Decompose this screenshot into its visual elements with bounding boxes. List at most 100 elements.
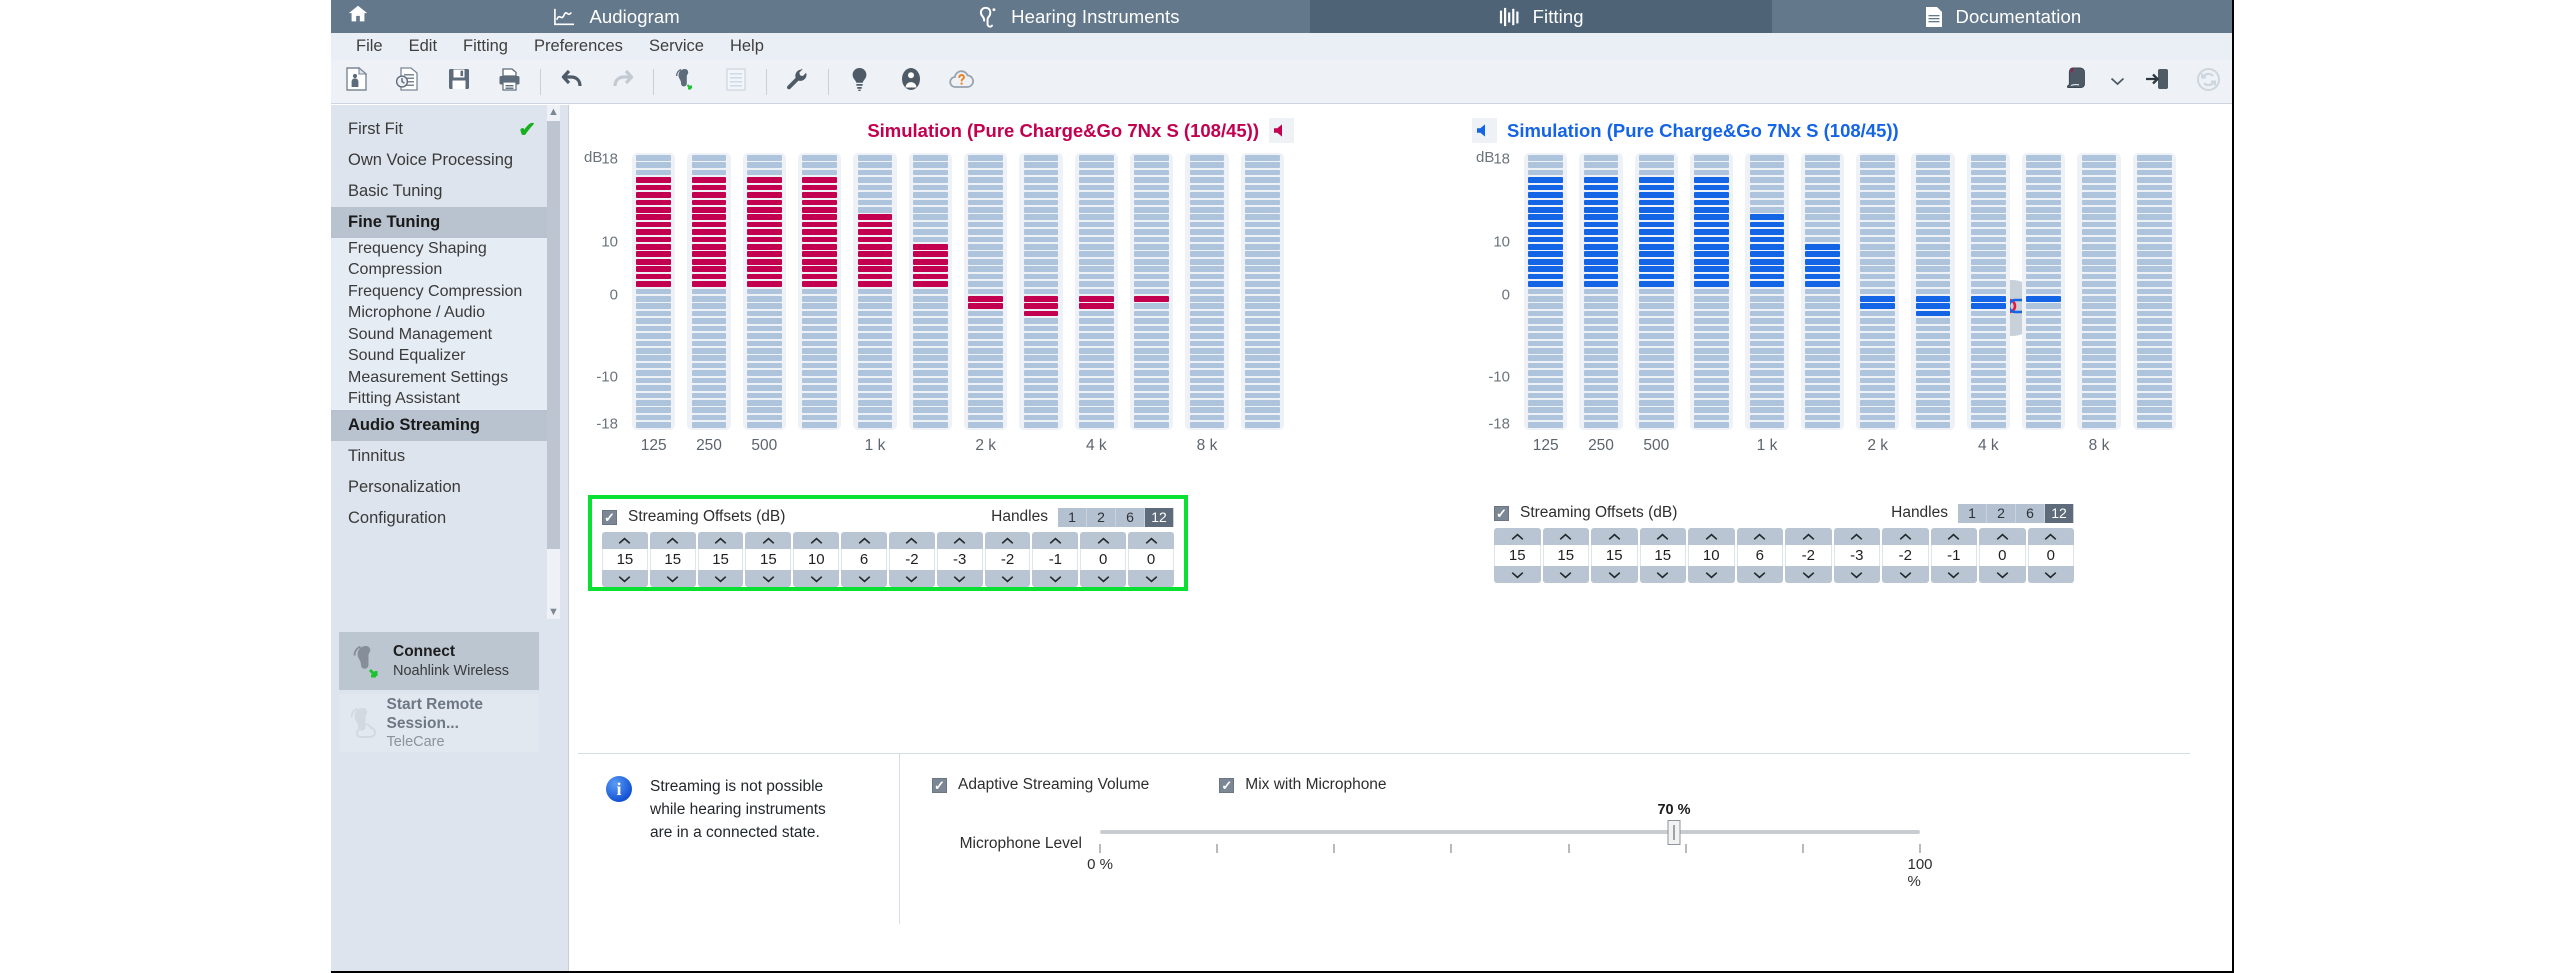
bar-column[interactable] bbox=[1689, 153, 1734, 430]
offset-value[interactable]: 0 bbox=[1128, 549, 1174, 570]
device-dropdown-button[interactable] bbox=[2102, 60, 2132, 104]
menu-edit[interactable]: Edit bbox=[396, 35, 450, 58]
bar-column[interactable] bbox=[1634, 153, 1678, 430]
offset-value[interactable]: -2 bbox=[888, 549, 935, 570]
sidebar-item-tinnitus[interactable]: Tinnitus bbox=[331, 441, 552, 472]
offset-value[interactable]: -1 bbox=[1032, 549, 1079, 570]
offset-decrease-button[interactable] bbox=[1080, 570, 1127, 587]
scroll-down-icon[interactable]: ▼ bbox=[547, 605, 560, 619]
left-handles-option-12[interactable]: 12 bbox=[1145, 507, 1174, 527]
offset-increase-button[interactable] bbox=[1128, 532, 1174, 549]
bar-column[interactable] bbox=[2132, 153, 2176, 430]
offset-decrease-button[interactable] bbox=[1882, 566, 1929, 583]
scrollbar-thumb[interactable] bbox=[547, 121, 560, 549]
bar-column[interactable] bbox=[1524, 153, 1568, 430]
sidebar-item-own-voice-processing[interactable]: Own Voice Processing bbox=[331, 145, 552, 176]
offset-value[interactable]: 0 bbox=[1979, 545, 2026, 566]
left-handles-option-6[interactable]: 6 bbox=[1116, 507, 1145, 527]
offset-decrease-button[interactable] bbox=[841, 570, 887, 587]
sidebar-item-microphone-audio[interactable]: Microphone / Audio bbox=[331, 302, 552, 324]
offset-increase-button[interactable] bbox=[1688, 528, 1735, 545]
sidebar-item-compression[interactable]: Compression bbox=[331, 259, 552, 281]
sidebar-item-frequency-shaping[interactable]: Frequency Shaping bbox=[331, 238, 552, 260]
offset-increase-button[interactable] bbox=[697, 532, 744, 549]
sidebar-scrollbar[interactable]: ▲ ▼ bbox=[547, 105, 560, 619]
bar-column[interactable] bbox=[687, 153, 731, 430]
offset-increase-button[interactable] bbox=[1930, 528, 1977, 545]
tab-fitting[interactable]: Fitting bbox=[1309, 0, 1772, 33]
offset-increase-button[interactable] bbox=[1591, 528, 1638, 545]
offset-value[interactable]: 15 bbox=[1639, 545, 1686, 566]
offset-decrease-button[interactable] bbox=[602, 570, 648, 587]
offset-decrease-button[interactable] bbox=[649, 570, 696, 587]
offset-decrease-button[interactable] bbox=[697, 570, 744, 587]
offset-increase-button[interactable] bbox=[1833, 528, 1880, 545]
offset-increase-button[interactable] bbox=[1785, 528, 1832, 545]
tab-audiogram[interactable]: Audiogram bbox=[385, 0, 848, 33]
bar-column[interactable] bbox=[742, 153, 786, 430]
offset-decrease-button[interactable] bbox=[1833, 566, 1880, 583]
bar-column[interactable] bbox=[1911, 153, 1955, 430]
offset-increase-button[interactable] bbox=[1494, 528, 1541, 545]
sidebar-item-configuration[interactable]: Configuration bbox=[331, 503, 552, 534]
bar-column[interactable] bbox=[1800, 153, 1844, 430]
offset-increase-button[interactable] bbox=[1542, 528, 1589, 545]
offset-decrease-button[interactable] bbox=[936, 570, 983, 587]
adaptive-streaming-volume-option[interactable]: ✓ Adaptive Streaming Volume bbox=[932, 776, 1149, 794]
exit-button[interactable] bbox=[2132, 60, 2183, 104]
new-client-button[interactable] bbox=[331, 60, 382, 104]
offset-value[interactable]: 15 bbox=[1494, 545, 1541, 566]
offset-value[interactable]: -1 bbox=[1930, 545, 1977, 566]
offset-increase-button[interactable] bbox=[984, 532, 1031, 549]
tab-hearing-instruments[interactable]: Hearing Instruments bbox=[847, 0, 1310, 33]
bar-column[interactable] bbox=[1855, 153, 1900, 430]
bar-column[interactable] bbox=[1240, 153, 1284, 430]
offset-value[interactable]: 6 bbox=[841, 549, 887, 570]
offset-decrease-button[interactable] bbox=[1542, 566, 1589, 583]
offset-decrease-button[interactable] bbox=[1736, 566, 1783, 583]
tools-button[interactable] bbox=[772, 60, 823, 104]
offset-decrease-button[interactable] bbox=[888, 570, 935, 587]
offset-increase-button[interactable] bbox=[841, 532, 887, 549]
offset-increase-button[interactable] bbox=[1882, 528, 1929, 545]
offset-value[interactable]: 15 bbox=[1542, 545, 1589, 566]
client-history-button[interactable] bbox=[382, 60, 433, 104]
right-handles-option-1[interactable]: 1 bbox=[1958, 503, 1987, 523]
bar-column[interactable] bbox=[1185, 153, 1229, 430]
bar-column[interactable] bbox=[853, 153, 897, 430]
offset-value[interactable]: 0 bbox=[1080, 549, 1127, 570]
offset-decrease-button[interactable] bbox=[1591, 566, 1638, 583]
offset-value[interactable]: 0 bbox=[2027, 545, 2074, 566]
tips-button[interactable] bbox=[834, 60, 885, 104]
offset-decrease-button[interactable] bbox=[1032, 570, 1079, 587]
right-streaming-offsets-checkbox[interactable]: ✓ bbox=[1494, 505, 1509, 521]
bar-column[interactable] bbox=[963, 153, 1008, 430]
offset-value[interactable]: 10 bbox=[793, 549, 840, 570]
refresh-button[interactable] bbox=[2183, 60, 2232, 104]
right-handles-option-12[interactable]: 12 bbox=[2045, 503, 2074, 523]
offset-increase-button[interactable] bbox=[602, 532, 648, 549]
offset-value[interactable]: 15 bbox=[1591, 545, 1638, 566]
connect-button[interactable]: Connect Noahlink Wireless bbox=[339, 632, 539, 690]
offset-value[interactable]: 6 bbox=[1736, 545, 1783, 566]
bar-column[interactable] bbox=[2021, 153, 2066, 430]
cloud-help-button[interactable] bbox=[936, 60, 987, 104]
mix-with-microphone-checkbox[interactable]: ✓ bbox=[1219, 777, 1235, 793]
offset-increase-button[interactable] bbox=[1032, 532, 1079, 549]
offset-value[interactable]: -3 bbox=[1833, 545, 1880, 566]
user-button[interactable] bbox=[885, 60, 936, 104]
start-remote-session-button[interactable]: Start Remote Session... TeleCare bbox=[339, 694, 539, 752]
report-button[interactable] bbox=[710, 60, 761, 104]
bar-column[interactable] bbox=[1129, 153, 1174, 430]
right-handles-option-6[interactable]: 6 bbox=[2016, 503, 2045, 523]
offset-increase-button[interactable] bbox=[1639, 528, 1686, 545]
bar-column[interactable] bbox=[632, 153, 676, 430]
offset-decrease-button[interactable] bbox=[984, 570, 1031, 587]
device-button[interactable] bbox=[2051, 60, 2102, 104]
offset-value[interactable]: 10 bbox=[1688, 545, 1735, 566]
offset-value[interactable]: 15 bbox=[649, 549, 696, 570]
bar-column[interactable] bbox=[1745, 153, 1789, 430]
menu-service[interactable]: Service bbox=[636, 35, 717, 58]
offset-decrease-button[interactable] bbox=[1930, 566, 1977, 583]
speaker-muted-icon[interactable] bbox=[1472, 118, 1497, 143]
